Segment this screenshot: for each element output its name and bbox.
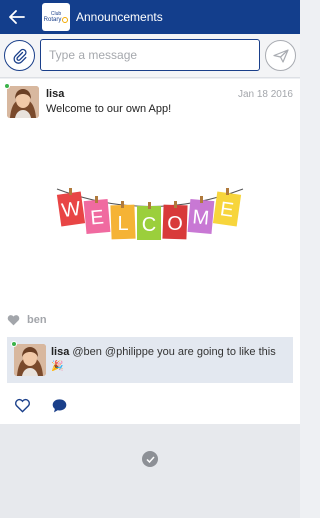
party-popper-emoji: 🎉 bbox=[51, 361, 64, 372]
send-icon bbox=[272, 48, 289, 63]
comment-text: @ben @philippe you are going to like thi… bbox=[72, 346, 276, 358]
svg-text:O: O bbox=[167, 213, 183, 235]
welcome-flag-w: W bbox=[56, 191, 86, 227]
avatar-photo bbox=[7, 86, 39, 118]
welcome-flag-e1: E bbox=[83, 199, 111, 234]
welcome-banner-image: W E L C O M E bbox=[56, 188, 244, 240]
likes-row: ben bbox=[7, 314, 47, 326]
message-input[interactable] bbox=[40, 39, 260, 71]
rotary-wheel-icon bbox=[62, 17, 69, 23]
welcome-flag-c: C bbox=[137, 206, 161, 240]
back-arrow-icon bbox=[9, 10, 25, 24]
post-actions bbox=[14, 398, 68, 413]
welcome-flag-m: M bbox=[187, 199, 215, 234]
attach-button[interactable] bbox=[4, 40, 35, 71]
online-status-dot bbox=[4, 83, 10, 89]
svg-text:L: L bbox=[117, 213, 128, 235]
comment-body: lisa @ben @philippe you are going to like… bbox=[51, 345, 287, 374]
welcome-flag-o: O bbox=[162, 204, 188, 240]
heart-outline-icon[interactable] bbox=[14, 398, 31, 413]
welcome-flag-l: L bbox=[110, 204, 136, 240]
page-title: Announcements bbox=[76, 10, 163, 24]
post-card: lisa Jan 18 2016 Welcome to our own App!… bbox=[0, 79, 300, 424]
comment-author[interactable]: lisa bbox=[51, 346, 69, 358]
liked-by-name[interactable]: ben bbox=[27, 314, 47, 326]
paperclip-icon bbox=[12, 48, 27, 64]
svg-text:E: E bbox=[90, 206, 105, 229]
comment-bubble-icon[interactable] bbox=[51, 398, 68, 413]
svg-text:C: C bbox=[142, 214, 156, 236]
post-author[interactable]: lisa bbox=[46, 88, 64, 100]
back-button[interactable] bbox=[0, 0, 34, 34]
author-avatar[interactable] bbox=[7, 86, 39, 118]
comment-online-dot bbox=[11, 341, 17, 347]
svg-text:W: W bbox=[60, 198, 82, 222]
logo-bottom-text: Rotary bbox=[43, 16, 62, 23]
heart-icon bbox=[7, 315, 20, 326]
club-logo: Club Rotary bbox=[42, 3, 70, 31]
post-text: Welcome to our own App! bbox=[46, 103, 172, 115]
comment-author-avatar[interactable] bbox=[14, 344, 46, 376]
feed-background bbox=[0, 424, 300, 518]
welcome-flag-e2: E bbox=[212, 191, 242, 227]
post-date: Jan 18 2016 bbox=[237, 89, 293, 100]
app-bar: Club Rotary Announcements bbox=[0, 0, 300, 34]
end-of-feed-check-icon bbox=[142, 451, 158, 467]
send-button[interactable] bbox=[265, 40, 296, 71]
message-composer bbox=[0, 34, 300, 78]
svg-text:M: M bbox=[192, 206, 211, 229]
comment: lisa @ben @philippe you are going to like… bbox=[7, 337, 293, 383]
